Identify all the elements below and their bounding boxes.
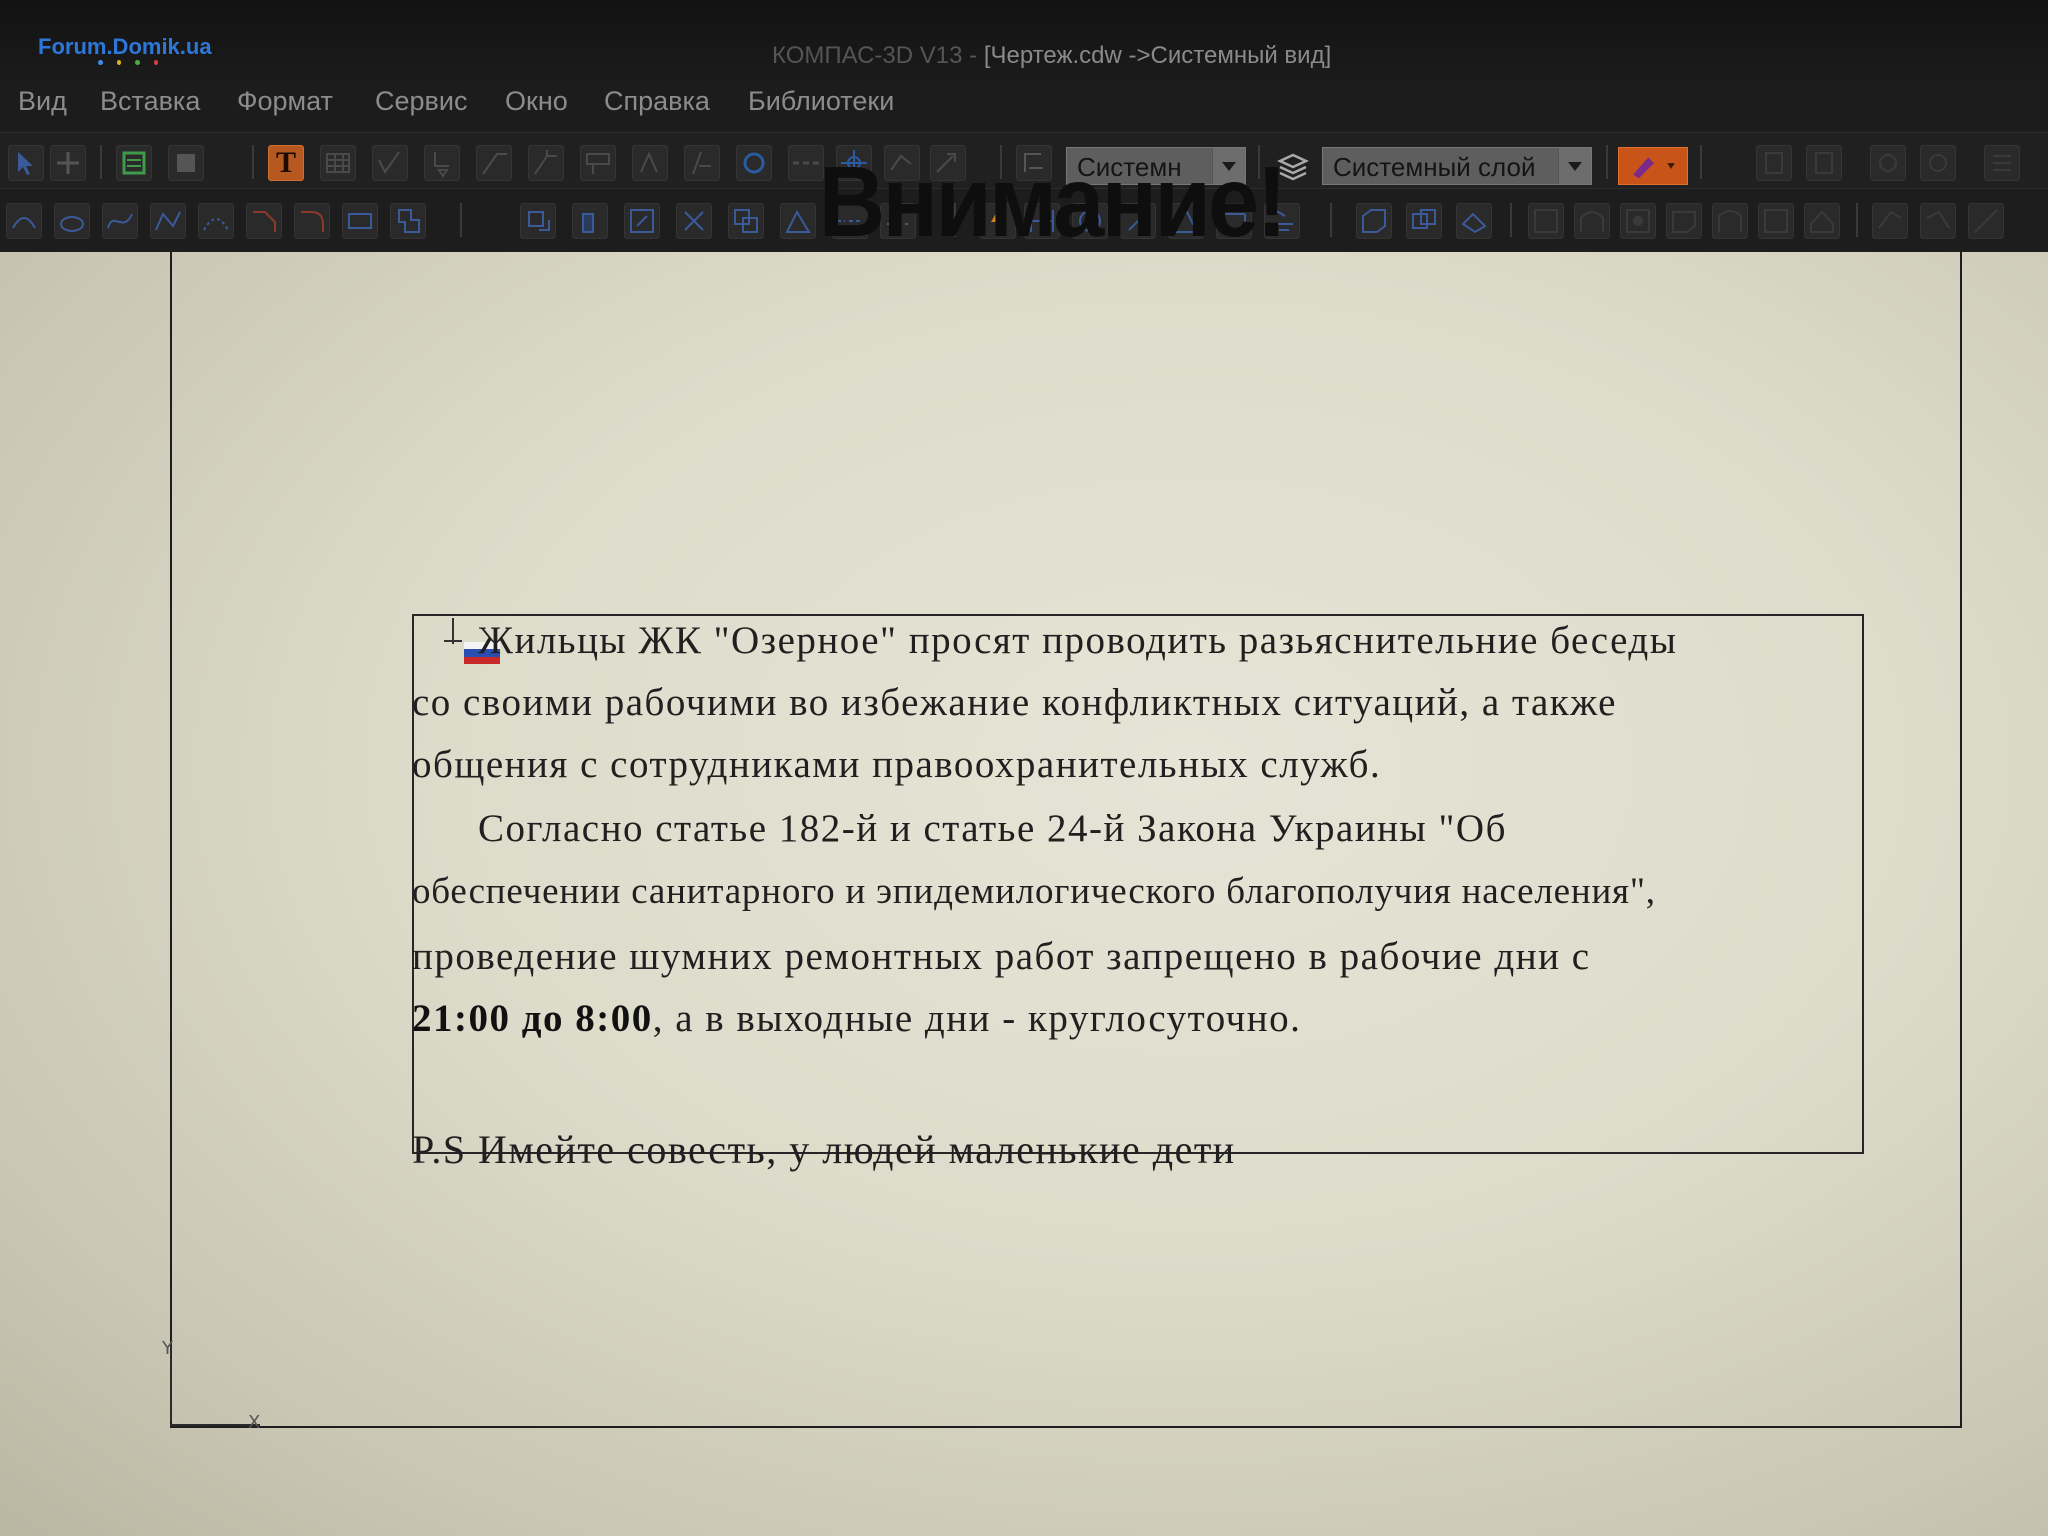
- text-cursor-marker: [444, 618, 462, 644]
- menu-window[interactable]: Окно: [505, 86, 568, 117]
- menu-insert[interactable]: Вставка: [100, 86, 200, 117]
- window-title-doc: [Чертеж.cdw ->Системный вид]: [983, 42, 1332, 69]
- menu-bar: Вид Вставка Формат Сервис Окно Справка Б…: [0, 80, 2048, 132]
- notice-postscript: P.S Имейте совесть, у людей маленькие де…: [412, 1127, 1236, 1172]
- axis-x-line: [170, 1424, 260, 1426]
- kompas-window: Forum.Domik.ua КОМПАС-3D V13 - [Чертеж.c…: [0, 0, 2048, 1536]
- notice-line-1: Жильцы ЖК "Озерное" просят проводить раз…: [478, 619, 1678, 662]
- axis-y-label: Y: [162, 1338, 173, 1359]
- axis-x-label: X: [248, 1412, 261, 1433]
- menu-help[interactable]: Справка: [604, 86, 710, 117]
- quiet-hours-weekend: , а в выходные дни - круглосуточно.: [652, 997, 1302, 1040]
- notice-line-4: Согласно статье 182-й и статье 24-й Зако…: [478, 807, 1507, 850]
- notice-line-3: общения с сотрудниками правоохранительны…: [412, 743, 1382, 786]
- quiet-hours-range: 21:00 до 8:00: [412, 997, 653, 1040]
- window-title: КОМПАС-3D V13 - [Чертеж.cdw ->Системный …: [772, 42, 1331, 70]
- menu-view[interactable]: Вид: [18, 86, 67, 117]
- pointer-icon[interactable]: [8, 145, 44, 181]
- menu-libraries[interactable]: Библиотеки: [748, 86, 894, 117]
- measure-icon[interactable]: [1968, 203, 2004, 239]
- arc-icon[interactable]: [6, 203, 42, 239]
- window-title-app: КОМПАС-3D V13 -: [772, 42, 984, 69]
- menu-service[interactable]: Сервис: [375, 86, 467, 117]
- watermark-logo: Forum.Domik.ua: [38, 34, 212, 59]
- notice-line-2: со своими рабочими во избежание конфликт…: [412, 681, 1617, 724]
- menu-format[interactable]: Формат: [237, 86, 333, 117]
- notice-heading: Внимание!: [818, 146, 1287, 258]
- notice-line-6: проведение шумних ремонтных работ запрещ…: [412, 935, 1591, 978]
- notice-line-5: обеспечении санитарного и эпидемилогичес…: [412, 871, 1656, 912]
- properties-icon[interactable]: [1984, 145, 2020, 181]
- title-bar: Forum.Domik.ua КОМПАС-3D V13 - [Чертеж.c…: [0, 0, 2048, 80]
- watermark-dots: [98, 60, 158, 66]
- pan-icon[interactable]: [50, 145, 86, 181]
- notice-line-7: 21:00 до 8:00, а в выходные дни - кругло…: [412, 996, 1301, 1041]
